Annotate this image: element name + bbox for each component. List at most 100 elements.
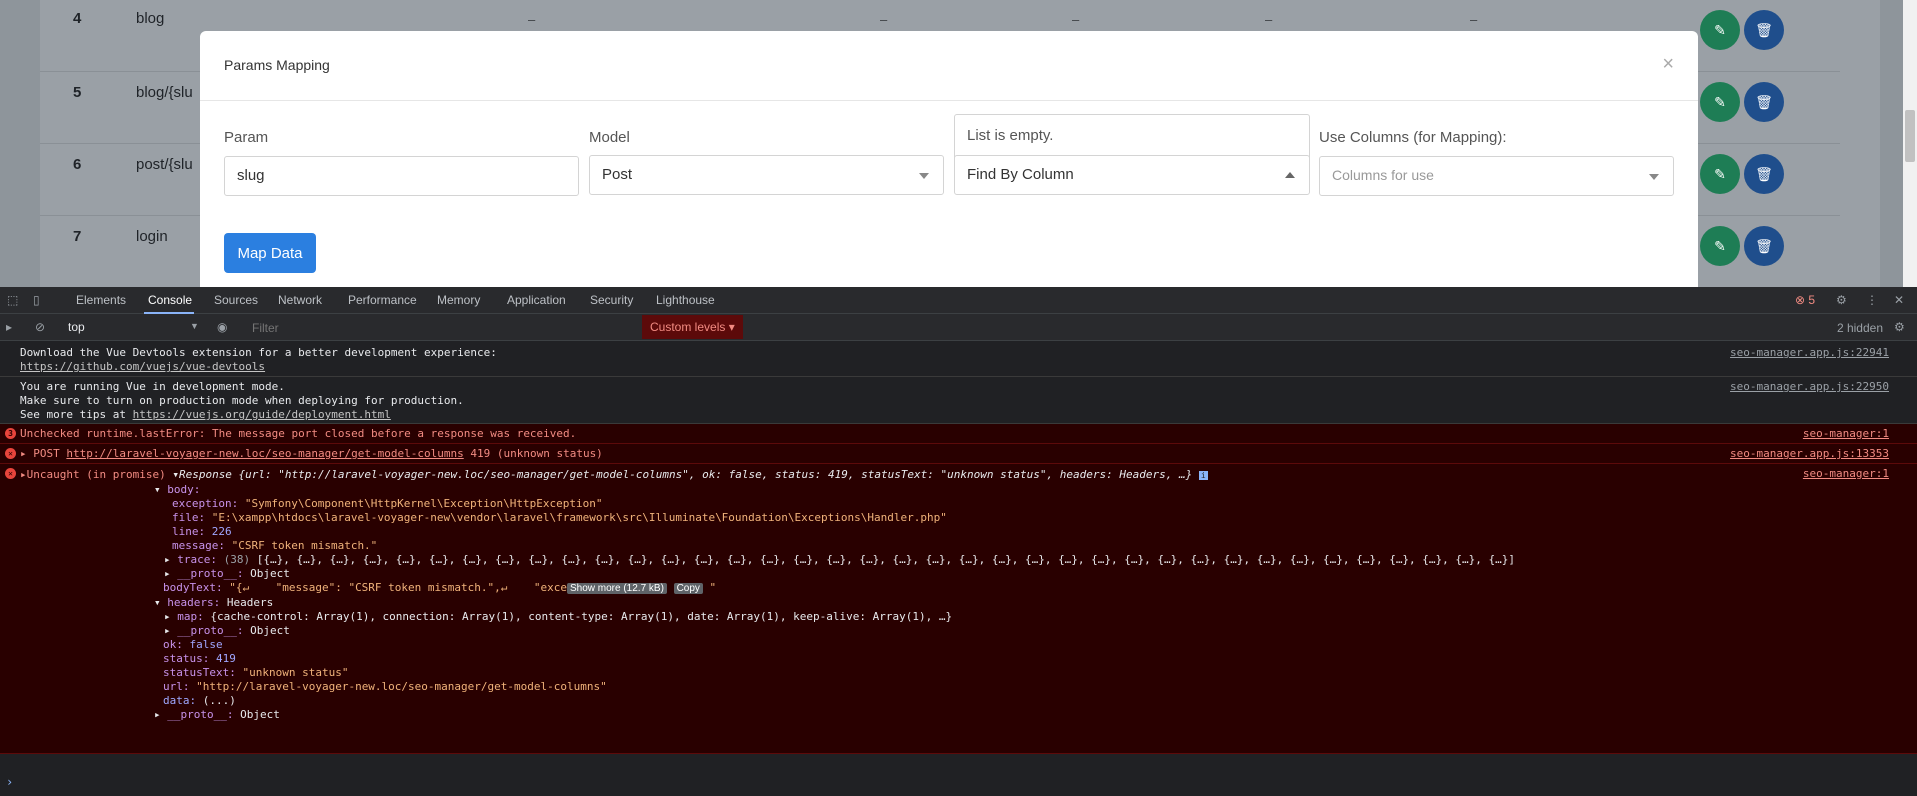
row-cell: – xyxy=(1470,12,1478,27)
prop-value: " xyxy=(709,581,717,594)
device-toggle-icon[interactable]: ▯ xyxy=(33,293,40,307)
expand-arrow-icon[interactable]: ▾ xyxy=(154,483,167,496)
console-output: Download the Vue Devtools extension for … xyxy=(0,343,1917,796)
expand-arrow-icon[interactable]: ▸ xyxy=(20,468,27,481)
delete-button[interactable]: 🗑 xyxy=(1744,10,1784,50)
delete-button[interactable]: 🗑 xyxy=(1744,154,1784,194)
devtools-panel: ⬚ ▯ Elements Console Sources Network Per… xyxy=(0,287,1917,796)
expand-arrow-icon[interactable]: ▸ xyxy=(154,708,167,721)
pencil-icon: ✎ xyxy=(1714,237,1726,254)
prop-key: __proto__: xyxy=(167,708,241,721)
prop-value[interactable]: (...) xyxy=(203,694,236,707)
tab-sources[interactable]: Sources xyxy=(214,293,258,307)
inspect-icon[interactable]: ⬚ xyxy=(7,293,18,307)
tab-performance[interactable]: Performance xyxy=(348,293,417,307)
close-icon[interactable]: ✕ xyxy=(1894,293,1904,307)
prop-key: statusText: xyxy=(163,666,243,679)
source-link[interactable]: seo-manager.app.js:22950 xyxy=(1730,380,1889,394)
source-link[interactable]: seo-manager:1 xyxy=(1803,467,1889,481)
response-summary: Response {url: "http://laravel-voyager-n… xyxy=(178,468,1193,481)
gear-icon[interactable]: ⚙ xyxy=(1894,320,1905,334)
message-text: Download the Vue Devtools extension for … xyxy=(20,346,497,359)
tab-elements[interactable]: Elements xyxy=(76,293,126,307)
prop-key: __proto__: xyxy=(177,567,251,580)
message-text: Make sure to turn on production mode whe… xyxy=(20,394,464,407)
expand-arrow-icon[interactable]: ▾ xyxy=(172,468,179,481)
console-message: You are running Vue in development mode.… xyxy=(0,377,1917,424)
columns-label: Use Columns (for Mapping): xyxy=(1319,129,1507,146)
devtools-link[interactable]: https://github.com/vuejs/vue-devtools xyxy=(20,360,265,373)
prop-value: Object xyxy=(240,708,280,721)
columns-select[interactable]: Columns for use xyxy=(1319,156,1674,196)
scrollbar-thumb[interactable] xyxy=(1905,110,1915,162)
error-icon: 3 xyxy=(5,428,16,439)
row-route: login xyxy=(136,228,168,245)
request-url-link[interactable]: http://laravel-voyager-new.loc/seo-manag… xyxy=(66,447,463,460)
chevron-down-icon: ▼ xyxy=(190,321,199,331)
source-link[interactable]: seo-manager.app.js:22941 xyxy=(1730,346,1889,360)
param-input[interactable]: slug xyxy=(224,156,579,196)
app-viewport: 4 blog – – – – – 5 blog/{slu 6 post/{slu… xyxy=(0,0,1917,287)
edit-button[interactable]: ✎ xyxy=(1700,10,1740,50)
close-icon[interactable]: × xyxy=(1662,53,1674,76)
clear-console-icon[interactable]: ⊘ xyxy=(35,320,45,334)
prop-key: trace: xyxy=(177,553,224,566)
console-prompt[interactable]: › xyxy=(6,775,13,789)
copy-button[interactable]: Copy xyxy=(673,583,703,594)
deployment-link[interactable]: https://vuejs.org/guide/deployment.html xyxy=(133,408,391,421)
expand-arrow-icon[interactable]: ▸ xyxy=(20,447,27,460)
row-cell: – xyxy=(1265,12,1273,27)
prop-key: headers: xyxy=(167,596,227,609)
tab-lighthouse[interactable]: Lighthouse xyxy=(656,293,715,307)
edit-button[interactable]: ✎ xyxy=(1700,226,1740,266)
filter-input[interactable] xyxy=(252,318,632,337)
devtools-tabbar: ⬚ ▯ Elements Console Sources Network Per… xyxy=(0,287,1917,314)
modal-header: Params Mapping × xyxy=(200,31,1698,101)
row-route: post/{slu xyxy=(136,156,193,173)
log-levels-select[interactable]: Custom levels ▾ xyxy=(642,315,743,339)
source-link[interactable]: seo-manager.app.js:13353 xyxy=(1730,447,1889,461)
tab-network[interactable]: Network xyxy=(278,293,322,307)
prop-key: __proto__: xyxy=(177,624,251,637)
error-icon: ✕ xyxy=(5,468,16,479)
show-more-button[interactable]: Show more (12.7 kB) xyxy=(567,583,667,594)
eye-icon[interactable]: ◉ xyxy=(217,320,227,334)
prop-value: "E:\xampp\htdocs\laravel-voyager-new\ven… xyxy=(211,511,947,524)
find-by-column-select[interactable]: Find By Column xyxy=(954,155,1310,195)
prop-value: Object xyxy=(250,567,290,580)
expand-arrow-icon[interactable]: ▾ xyxy=(154,596,167,609)
message-text: See more tips at xyxy=(20,408,133,421)
request-status: 419 (unknown status) xyxy=(463,447,603,460)
prop-key: data: xyxy=(163,694,203,707)
tab-security[interactable]: Security xyxy=(590,293,633,307)
model-select[interactable]: Post xyxy=(589,155,944,195)
tab-console[interactable]: Console xyxy=(148,293,192,307)
expand-arrow-icon[interactable]: ▸ xyxy=(164,624,177,637)
tab-application[interactable]: Application xyxy=(507,293,566,307)
console-error: ✕ ▸ POST http://laravel-voyager-new.loc/… xyxy=(0,444,1917,464)
row-number: 4 xyxy=(73,10,82,27)
error-count-badge[interactable]: ⊗ 5 xyxy=(1795,293,1815,307)
page-scrollbar[interactable] xyxy=(1903,0,1917,287)
prop-key: line: xyxy=(172,525,212,538)
sidebar-toggle-icon[interactable]: ▸ xyxy=(6,320,12,334)
expand-arrow-icon[interactable]: ▸ xyxy=(164,553,177,566)
gear-icon[interactable]: ⚙ xyxy=(1836,293,1847,307)
delete-button[interactable]: 🗑 xyxy=(1744,226,1784,266)
edit-button[interactable]: ✎ xyxy=(1700,154,1740,194)
console-error: ✕ seo-manager:1 ▸Uncaught (in promise) ▾… xyxy=(0,464,1917,754)
prop-value: Headers xyxy=(226,596,274,609)
row-route: blog/{slu xyxy=(136,84,193,101)
expand-arrow-icon[interactable]: ▸ xyxy=(164,610,177,623)
expand-arrow-icon[interactable]: ▸ xyxy=(164,567,177,580)
delete-button[interactable]: 🗑 xyxy=(1744,82,1784,122)
more-options-icon[interactable]: ⋮ xyxy=(1866,293,1878,307)
map-data-button[interactable]: Map Data xyxy=(224,233,316,273)
context-select[interactable]: top xyxy=(68,320,85,334)
source-link[interactable]: seo-manager:1 xyxy=(1803,427,1889,441)
prop-value: Object xyxy=(250,624,290,637)
edit-button[interactable]: ✎ xyxy=(1700,82,1740,122)
chevron-down-icon xyxy=(919,173,929,179)
tab-memory[interactable]: Memory xyxy=(437,293,480,307)
trash-icon: 🗑 xyxy=(1755,165,1773,182)
